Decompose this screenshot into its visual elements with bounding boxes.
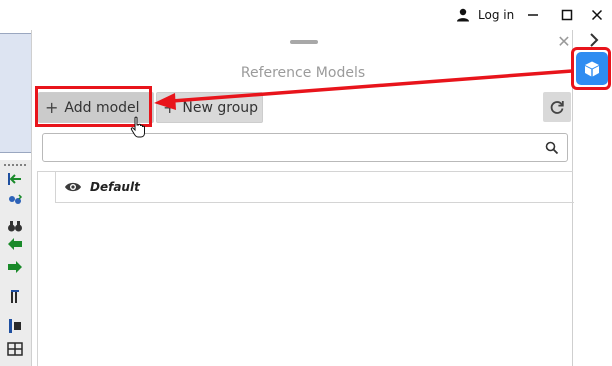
hand-pointer-icon	[130, 116, 145, 138]
annotation-highlight-cube	[571, 47, 611, 90]
arrow-right-tool-icon[interactable]	[6, 259, 24, 275]
model-tree: Default	[37, 171, 574, 366]
login-button[interactable]: Log in	[456, 7, 514, 23]
minimize-button[interactable]	[522, 4, 544, 26]
table-tool-icon[interactable]	[6, 341, 24, 357]
panel-title: Reference Models	[240, 65, 366, 81]
panel-close-button[interactable]: ✕	[556, 34, 572, 50]
search-field[interactable]	[42, 133, 568, 162]
align-left-tool-icon[interactable]	[6, 171, 24, 187]
refresh-button[interactable]	[543, 92, 571, 122]
app-window: Log in ✕ Reference Models + Add model + …	[0, 0, 612, 366]
users-tool-icon[interactable]	[6, 193, 24, 209]
user-icon	[457, 8, 469, 22]
binoculars-tool-icon[interactable]	[6, 218, 24, 234]
eye-icon[interactable]	[64, 181, 82, 193]
tree-item-label: Default	[90, 180, 140, 194]
close-icon	[591, 9, 603, 21]
search-input[interactable]	[49, 138, 539, 158]
refresh-icon	[550, 101, 564, 114]
arrow-left-tool-icon[interactable]	[6, 236, 24, 252]
paragraph-tool-icon[interactable]	[6, 289, 24, 305]
minimize-icon	[528, 14, 538, 16]
new-group-label: New group	[182, 99, 259, 116]
toolbar-grip[interactable]	[4, 164, 26, 166]
close-window-button[interactable]	[586, 4, 608, 26]
login-label: Log in	[478, 8, 515, 22]
tree-item-default[interactable]: Default	[55, 172, 574, 203]
search-icon[interactable]	[545, 141, 559, 155]
new-group-button[interactable]: + New group	[156, 92, 263, 123]
chevron-right-icon	[590, 33, 599, 47]
drag-handle[interactable]	[290, 40, 318, 44]
maximize-icon	[561, 9, 573, 21]
plus-icon: +	[163, 98, 177, 117]
column-tool-icon[interactable]	[6, 318, 24, 334]
close-icon: ✕	[557, 32, 571, 51]
title-bar: Log in	[0, 0, 612, 30]
background-toolbar	[0, 160, 31, 366]
background-ribbon	[0, 33, 31, 153]
maximize-button[interactable]	[556, 4, 578, 26]
reference-models-panel: ✕ Reference Models + Add model + New gro…	[31, 30, 574, 366]
